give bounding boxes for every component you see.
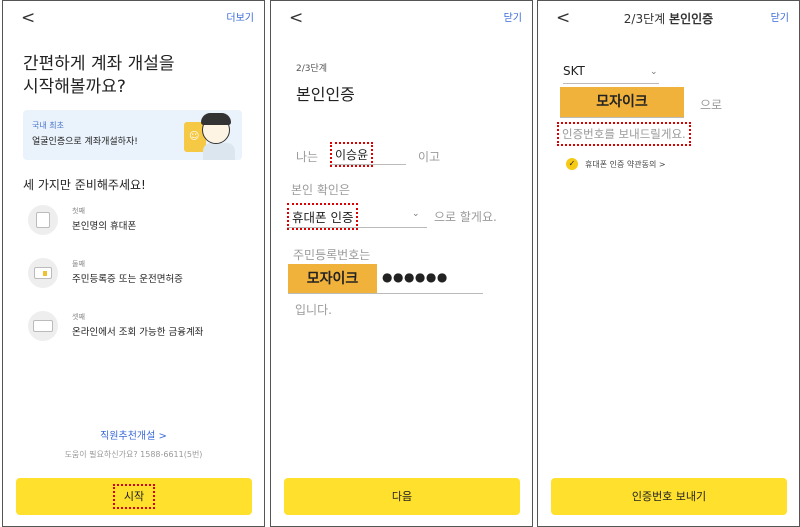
requirement-ordinal: 둘째: [72, 260, 85, 268]
header: < 2/3단계 본인인증 닫기: [538, 7, 799, 29]
chevron-down-icon[interactable]: ⌄: [650, 67, 658, 77]
next-button[interactable]: 다음: [284, 478, 520, 515]
header: < 더보기: [3, 7, 264, 29]
requirement-text: 주민등록증 또는 운전면허증: [72, 274, 183, 285]
phone-underline: [560, 117, 684, 118]
requirement-text: 본인명의 휴대폰: [72, 221, 137, 232]
requirement-item: 셋째 온라인에서 조회 가능한 금융계좌: [23, 311, 253, 349]
requirement-ordinal: 첫째: [72, 207, 85, 215]
back-chevron-icon[interactable]: <: [21, 7, 35, 29]
person-illustration-hair: [201, 113, 231, 125]
header: < 닫기: [271, 7, 532, 29]
send-code-button[interactable]: 인증번호 보내기: [551, 478, 787, 515]
send-code-screen: < 2/3단계 본인인증 닫기 SKT ⌄ 모자이크 으로 인증번호를 보내드릴…: [537, 0, 800, 527]
phone-icon: [28, 205, 58, 235]
name-suffix-text: 이고: [418, 150, 441, 164]
requirement-item: 첫째 본인명의 휴대폰: [23, 205, 253, 243]
ssn-suffix-text: 입니다.: [295, 303, 332, 317]
identity-verify-screen: < 닫기 2/3단계 본인인증 나는 이승윤 이고 본인 확인은 휴대폰 인증 …: [270, 0, 533, 527]
referral-link[interactable]: 직원추천개설 >: [3, 427, 264, 442]
title-line-2: 시작해볼까요?: [23, 77, 126, 97]
step-indicator: 2/3단계: [296, 64, 328, 74]
terms-agreement-text: 휴대폰 인증 약관동의 >: [585, 160, 666, 169]
ssn-label: 주민등록번호는: [293, 248, 371, 262]
back-chevron-icon[interactable]: <: [289, 7, 303, 29]
face-auth-banner[interactable]: 국내 최초 얼굴인증으로 계좌개설하자! ☺: [23, 110, 242, 160]
person-illustration-body: [203, 143, 235, 160]
page-title: 본인인증: [296, 85, 355, 104]
checkmark-icon[interactable]: ✓: [566, 158, 578, 170]
id-card-icon: [28, 258, 58, 288]
more-link[interactable]: 더보기: [226, 9, 254, 24]
header-title-text: 본인인증: [669, 12, 714, 26]
name-underline: [330, 164, 406, 165]
start-button-label: 시작: [112, 484, 156, 509]
verify-label: 본인 확인은: [291, 183, 351, 197]
requirement-item: 둘째 주민등록증 또는 운전면허증: [23, 258, 253, 296]
verify-method-select[interactable]: 휴대폰 인증: [287, 203, 359, 230]
bank-account-icon: [28, 311, 58, 341]
mosaic-overlay: 모자이크: [288, 264, 377, 294]
ssn-underline: [288, 293, 483, 294]
start-button[interactable]: 시작: [16, 478, 252, 515]
send-code-message: 인증번호를 보내드릴게요.: [557, 122, 691, 146]
carrier-underline: [563, 83, 659, 84]
banner-label: 국내 최초: [32, 121, 64, 130]
help-text: 도움이 필요하신가요? 1588-6611(5번): [64, 450, 203, 459]
name-prefix-text: 나는: [296, 150, 319, 164]
requirement-text: 온라인에서 조회 가능한 금융계좌: [72, 327, 204, 338]
verify-underline: [287, 227, 427, 228]
ssn-masked-field[interactable]: ●●●●●●: [382, 270, 448, 284]
verify-suffix-text: 으로 할게요.: [434, 210, 497, 224]
account-intro-screen: < 더보기 간편하게 계좌 개설을 시작해볼까요? 국내 최초 얼굴인증으로 계…: [2, 0, 265, 527]
banner-text: 얼굴인증으로 계좌개설하자!: [32, 137, 138, 147]
close-link[interactable]: 닫기: [771, 9, 789, 24]
header-title: 2/3단계 본인인증: [538, 10, 799, 27]
requirements-heading: 세 가지만 준비해주세요!: [23, 178, 146, 192]
header-step: 2/3단계: [623, 12, 666, 26]
chevron-down-icon[interactable]: ⌄: [412, 209, 420, 219]
mosaic-overlay: 모자이크: [560, 87, 684, 118]
carrier-select[interactable]: SKT: [563, 64, 585, 78]
close-link[interactable]: 닫기: [504, 9, 522, 24]
page-title: 간편하게 계좌 개설을 시작해볼까요?: [23, 53, 175, 99]
title-line-1: 간편하게 계좌 개설을: [23, 54, 175, 74]
mosaic-suffix-text: 으로: [700, 98, 723, 112]
requirement-ordinal: 셋째: [72, 313, 85, 321]
